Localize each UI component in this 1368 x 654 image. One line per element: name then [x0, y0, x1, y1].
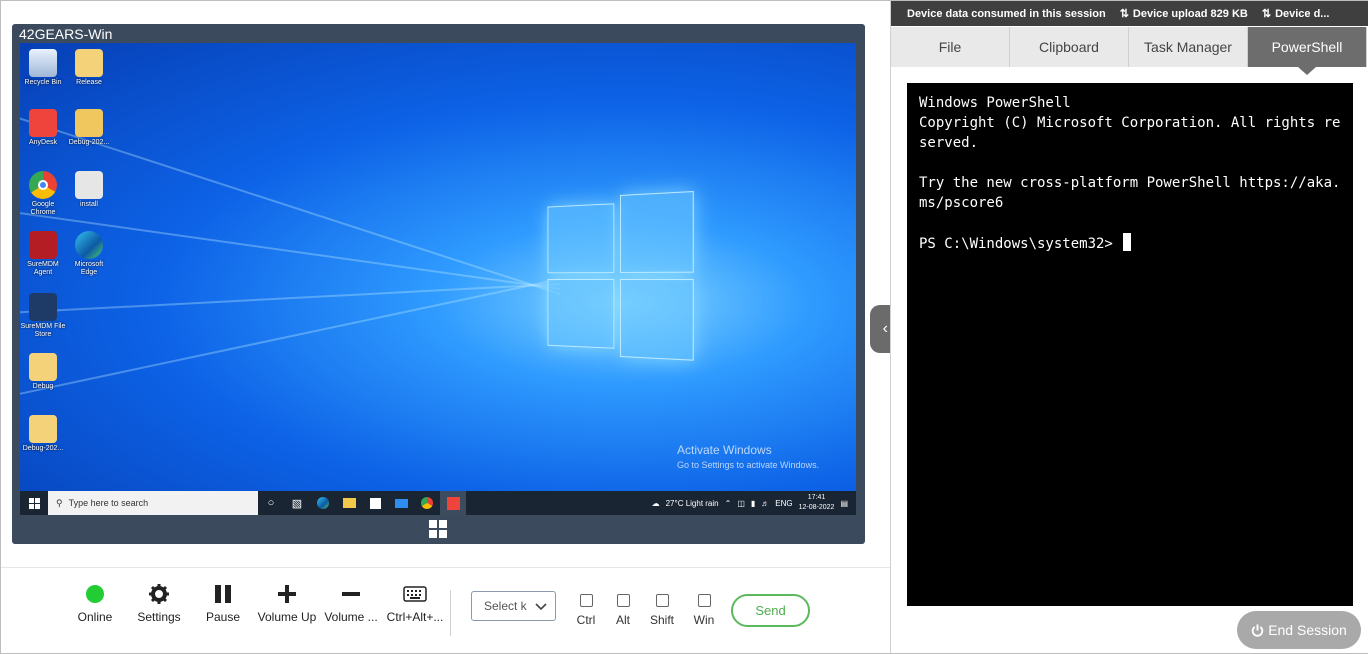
network-icon[interactable]: ◫	[737, 499, 745, 508]
remote-session-window: 42GEARS-Win Recycle Bin Release AnyDesk …	[0, 0, 1368, 654]
windows-key-icon	[429, 520, 447, 538]
send-windows-key-button[interactable]	[429, 520, 447, 543]
remote-screen[interactable]: Recycle Bin Release AnyDesk Debug-202...…	[20, 43, 856, 515]
system-tray: ☁ 27°C Light rain ⌃ ◫ ▮ ♬ ENG 17:41 12-0…	[652, 493, 856, 513]
device-frame: 42GEARS-Win Recycle Bin Release AnyDesk …	[12, 24, 865, 544]
upload-arrows-icon: ⇅	[1120, 8, 1129, 20]
chrome-icon	[29, 171, 57, 199]
folder-icon	[29, 353, 57, 381]
weather-icon: ☁	[652, 499, 660, 508]
ctrl-checkbox[interactable]: Ctrl	[571, 594, 601, 627]
tab-powershell[interactable]: PowerShell	[1248, 27, 1367, 67]
volume-up-button[interactable]: Volume Up	[257, 584, 317, 624]
upload-stat: ⇅ Device upload 829 KB	[1120, 7, 1248, 20]
zip-folder-icon	[75, 109, 103, 137]
plus-icon	[278, 585, 296, 603]
windows-logo	[548, 199, 701, 359]
tab-clipboard[interactable]: Clipboard	[1010, 27, 1129, 67]
folder-icon	[29, 415, 57, 443]
notification-icon[interactable]: ▤	[840, 499, 848, 508]
settings-button[interactable]: Settings	[129, 584, 189, 624]
desktop-icon-recycle-bin[interactable]: Recycle Bin	[20, 49, 66, 87]
cortana-icon[interactable]: ○	[258, 491, 284, 515]
gear-icon	[149, 584, 169, 604]
desktop-icon-edge[interactable]: Microsoft Edge	[66, 231, 112, 277]
activate-windows-watermark: Activate Windows Go to Settings to activ…	[677, 443, 819, 470]
taskbar-mail-icon[interactable]	[388, 491, 414, 515]
desktop-icon-release[interactable]: Release	[66, 49, 112, 87]
volume-icon[interactable]: ♬	[761, 499, 769, 508]
search-icon: ⚲	[56, 498, 63, 509]
volume-down-button[interactable]: Volume ...	[321, 584, 381, 624]
desktop-icon-anydesk[interactable]: AnyDesk	[20, 109, 66, 147]
chevron-down-icon	[535, 600, 547, 612]
pause-icon	[214, 585, 232, 603]
download-stat: ⇅ Device d...	[1262, 7, 1330, 20]
ctrl-checkbox-box[interactable]	[580, 594, 593, 607]
win-checkbox[interactable]: Win	[689, 594, 719, 627]
desktop-icon-debug-zip[interactable]: Debug-202...	[66, 109, 112, 147]
terminal-cursor	[1123, 233, 1131, 251]
battery-icon[interactable]: ▮	[751, 499, 755, 508]
minus-icon	[342, 585, 360, 603]
taskbar-edge-icon[interactable]	[310, 491, 336, 515]
desktop-icon-debug[interactable]: Debug	[20, 353, 66, 391]
windows-start-icon	[29, 498, 40, 509]
taskbar-anydesk-icon[interactable]	[440, 491, 466, 515]
desktop-icon-suremdm-agent[interactable]: SureMDM Agent	[20, 231, 66, 277]
light-beam	[20, 283, 560, 343]
taskbar-clock[interactable]: 17:41 12-08-2022	[799, 493, 835, 513]
desktop-icon-file-store[interactable]: SureMDM File Store	[20, 293, 66, 339]
task-view-icon[interactable]: ▧	[284, 491, 310, 515]
alt-checkbox[interactable]: Alt	[608, 594, 638, 627]
settings-file-icon	[75, 171, 103, 199]
start-button[interactable]	[20, 491, 48, 515]
tools-panel: Device data consumed in this session ⇅ De…	[890, 1, 1368, 653]
keyboard-icon	[403, 586, 427, 602]
power-icon	[1251, 624, 1264, 637]
download-arrows-icon: ⇅	[1262, 8, 1271, 20]
chevron-left-icon: ‹	[883, 320, 888, 338]
taskbar-chrome-icon[interactable]	[414, 491, 440, 515]
powershell-terminal[interactable]: Windows PowerShell Copyright (C) Microso…	[907, 83, 1353, 606]
session-stats-bar: Device data consumed in this session ⇅ De…	[891, 1, 1368, 26]
control-toolbar: Online Settings Pause Volume Up Volume .…	[1, 567, 890, 653]
pause-button[interactable]: Pause	[193, 584, 253, 624]
light-beam	[20, 278, 560, 509]
toolbar-divider	[450, 590, 451, 636]
shift-checkbox[interactable]: Shift	[647, 594, 677, 627]
desktop-icon-install[interactable]: install	[66, 171, 112, 209]
alt-checkbox-box[interactable]	[617, 594, 630, 607]
device-title: 42GEARS-Win	[19, 26, 112, 42]
tab-file[interactable]: File	[891, 27, 1010, 67]
taskbar-store-icon[interactable]	[362, 491, 388, 515]
panel-tabs: File Clipboard Task Manager PowerShell	[891, 27, 1367, 67]
windows-taskbar: ⚲ Type here to search ○ ▧ ☁ 27°C Light r…	[20, 491, 856, 515]
win-checkbox-box[interactable]	[698, 594, 711, 607]
online-status: Online	[65, 584, 125, 624]
suremdm-agent-icon	[29, 231, 57, 259]
tray-chevron-icon[interactable]: ⌃	[725, 499, 732, 508]
desktop-icon-chrome[interactable]: Google Chrome	[20, 171, 66, 217]
edge-icon	[75, 231, 103, 259]
select-key-dropdown[interactable]: Select k	[471, 591, 556, 621]
taskbar-search[interactable]: ⚲ Type here to search	[48, 491, 258, 515]
send-button[interactable]: Send	[731, 594, 810, 627]
folder-icon	[75, 49, 103, 77]
terminal-output: Windows PowerShell Copyright (C) Microso…	[919, 95, 1340, 252]
ctrl-alt-del-button[interactable]: Ctrl+Alt+...	[385, 584, 445, 624]
anydesk-icon	[29, 109, 57, 137]
end-session-button[interactable]: End Session	[1237, 611, 1361, 649]
recycle-bin-icon	[29, 49, 57, 77]
desktop-icon-debug-2[interactable]: Debug-202...	[20, 415, 66, 453]
online-status-icon	[86, 585, 104, 603]
file-store-icon	[29, 293, 57, 321]
taskbar-explorer-icon[interactable]	[336, 491, 362, 515]
tab-task-manager[interactable]: Task Manager	[1129, 27, 1248, 67]
shift-checkbox-box[interactable]	[656, 594, 669, 607]
